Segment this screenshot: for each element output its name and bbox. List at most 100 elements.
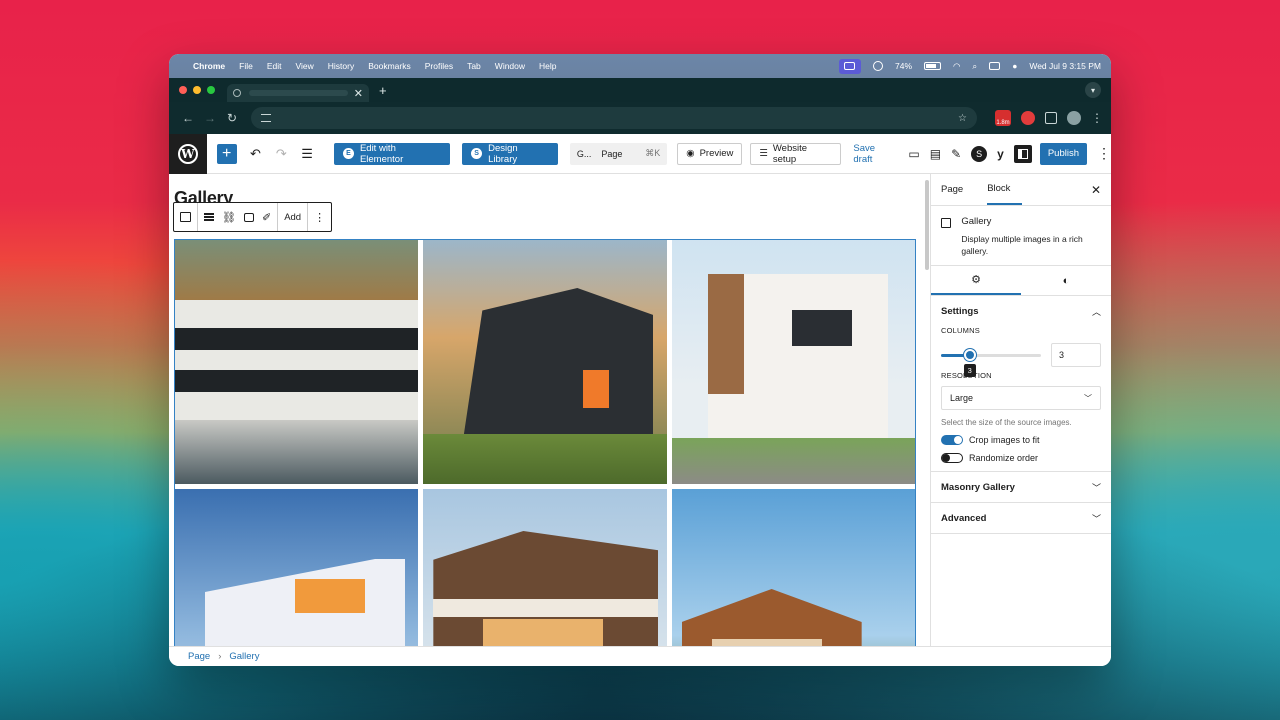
preview-label: Preview [699,148,734,159]
back-arrow-icon[interactable]: ← [177,111,199,125]
menu-bookmarks[interactable]: Bookmarks [368,61,411,71]
add-media-button[interactable]: Add [278,203,309,231]
stackable-icon[interactable]: S [971,145,988,162]
columns-slider-handle[interactable] [963,348,976,361]
close-window-button[interactable] [179,86,187,94]
brush-icon[interactable]: ✐ [262,211,271,224]
canvas-scrollbar[interactable] [925,180,929,270]
preview-button[interactable]: ◉ Preview [677,142,743,165]
control-center-icon[interactable] [989,62,1001,70]
yoast-icon[interactable]: y [997,147,1004,161]
advanced-panel-toggle[interactable]: Advanced ﹀ [931,503,1111,533]
menu-view[interactable]: View [295,61,313,71]
website-setup-button[interactable]: ☰ Website setup [750,142,842,165]
extension-badge-icon[interactable]: 1.8m [995,110,1011,126]
block-options-icon[interactable]: ⋮ [308,203,331,231]
list-icon: ☰ [759,148,768,159]
crop-images-toggle[interactable] [941,435,963,445]
masonry-gallery-panel-toggle[interactable]: Masonry Gallery ﹀ [931,472,1111,502]
options-menu-icon[interactable]: ⋮ [1097,145,1111,162]
record-icon[interactable] [872,61,883,71]
battery-percent: 74% [894,61,912,71]
caption-icon[interactable] [243,212,254,222]
publish-button[interactable]: Publish [1039,142,1087,165]
battery-icon[interactable] [924,62,941,70]
settings-gear-icon[interactable]: ⚙ [931,266,1021,295]
menu-history[interactable]: History [328,61,354,71]
menu-profiles[interactable]: Profiles [425,61,453,71]
columns-slider[interactable]: 3 [941,348,1041,377]
undo-icon[interactable]: ↶ [243,146,269,162]
bookmark-star-icon[interactable]: ☆ [958,113,967,124]
add-media-label: Add [284,211,302,223]
menu-help[interactable]: Help [539,61,556,71]
spotlight-icon[interactable]: ⌕ [972,61,977,72]
settings-panel-toggle[interactable]: Settings ︿ [931,296,1111,326]
columns-number-input[interactable]: 3 [1051,343,1101,367]
link-icon[interactable]: ⛓ [222,211,236,224]
chrome-menu-icon[interactable]: ⋮ [1091,111,1103,125]
browser-tab[interactable]: ✕ [227,84,369,102]
minimize-window-button[interactable] [193,86,201,94]
styles-contrast-icon[interactable]: ◐ [1021,266,1111,295]
profile-avatar[interactable] [1067,111,1081,125]
site-settings-icon[interactable] [261,114,271,122]
menu-tab[interactable]: Tab [467,61,481,71]
gallery-image[interactable] [671,489,915,646]
tab-page[interactable]: Page [941,174,975,205]
command-type: Page [601,148,623,159]
settings-sidebar-toggle-icon[interactable] [1013,144,1032,163]
save-draft-button[interactable]: Save draft [853,143,896,165]
gallery-image[interactable] [175,489,419,646]
edit-image-icon[interactable]: ✎ [951,147,961,161]
menu-file[interactable]: File [239,61,253,71]
menu-edit[interactable]: Edit [267,61,282,71]
gallery-image[interactable] [423,240,667,484]
forward-arrow-icon[interactable]: → [199,111,221,125]
reload-icon[interactable]: ↻ [221,111,243,125]
address-bar[interactable]: ☆ [251,107,977,129]
menu-window[interactable]: Window [495,61,525,71]
new-tab-button[interactable]: + [379,83,387,98]
breadcrumb-page[interactable]: Page [188,651,210,662]
tab-block[interactable]: Block [987,174,1023,205]
command-title: G... [576,148,592,159]
extensions-puzzle-icon[interactable] [1045,112,1057,124]
block-switcher[interactable] [174,203,198,231]
zoom-window-button[interactable] [207,86,215,94]
edit-with-elementor-button[interactable]: E Edit with Elementor [334,142,451,165]
chevron-down-icon: ﹀ [1091,513,1101,524]
wifi-icon[interactable]: ◠ [953,61,960,72]
recorder-extension-icon[interactable] [1021,111,1035,125]
siri-icon[interactable]: ● [1012,61,1017,71]
resolution-select[interactable]: Large ﹀ [941,386,1101,410]
document-overview-icon[interactable]: ☰ [294,146,320,162]
redo-icon[interactable]: ↷ [268,146,294,162]
close-sidebar-icon[interactable]: ✕ [1091,174,1101,205]
menubar-clock[interactable]: Wed Jul 9 3:15 PM [1029,61,1101,71]
block-card-title: Gallery [961,216,992,227]
document-icon[interactable]: ▤ [930,147,941,161]
settings-sidebar: Page Block ✕ Gallery Display multiple im… [931,174,1111,646]
gallery-block[interactable] [174,239,916,646]
device-preview-icon[interactable]: ▭ [908,147,919,161]
editor-header: W + ↶ ↷ ☰ E Edit with Elementor S Design L… [169,133,1111,174]
screen-share-icon[interactable] [838,58,861,74]
tab-close-icon[interactable]: ✕ [354,87,363,100]
gallery-image[interactable] [671,240,915,484]
randomize-order-toggle[interactable] [941,453,963,463]
gallery-image[interactable] [423,489,667,646]
columns-label: COLUMNS [941,326,980,335]
gallery-image[interactable] [175,240,419,484]
menu-app-name[interactable]: Chrome [193,61,225,71]
command-palette-button[interactable]: G... Page ⌘K [569,142,668,165]
chevron-up-icon: ︿ [1091,306,1101,317]
tab-title-placeholder [249,90,348,96]
block-inserter-button[interactable]: + [216,143,237,164]
align-icon[interactable] [204,213,214,221]
columns-slider-tooltip: 3 [963,363,976,377]
design-library-button[interactable]: S Design Library [462,142,558,165]
wordpress-logo-icon[interactable]: W [169,133,207,174]
breadcrumb-gallery[interactable]: Gallery [229,651,259,662]
tab-search-chevron-icon[interactable]: ▾ [1085,82,1101,98]
